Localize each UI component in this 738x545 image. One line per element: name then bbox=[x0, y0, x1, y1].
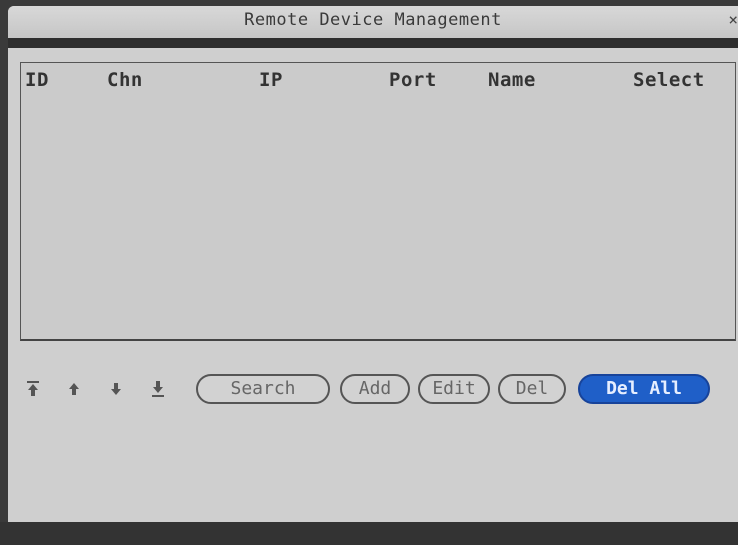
bottom-border bbox=[0, 522, 738, 545]
edit-button[interactable]: Edit bbox=[418, 374, 490, 404]
action-toolbar: Search Add Edit Del Del All bbox=[8, 370, 738, 410]
column-header-port: Port bbox=[389, 69, 437, 91]
dialog-title: Remote Device Management bbox=[244, 10, 502, 30]
dialog-body: ID Chn IP Port Name Select Search Add Ed… bbox=[8, 48, 738, 522]
remote-device-management-dialog: Remote Device Management × ID Chn IP Por… bbox=[8, 6, 738, 522]
device-table[interactable]: ID Chn IP Port Name Select bbox=[20, 62, 736, 341]
title-bar: Remote Device Management × bbox=[8, 6, 738, 38]
first-page-icon[interactable] bbox=[25, 378, 41, 400]
screen: Remote Device Management × ID Chn IP Por… bbox=[0, 0, 738, 545]
last-page-icon[interactable] bbox=[150, 378, 166, 400]
prev-page-icon[interactable] bbox=[66, 378, 82, 400]
column-header-select: Select bbox=[633, 69, 705, 91]
del-button[interactable]: Del bbox=[498, 374, 566, 404]
column-header-chn: Chn bbox=[107, 69, 143, 91]
column-header-ip: IP bbox=[259, 69, 283, 91]
next-page-icon[interactable] bbox=[108, 378, 124, 400]
del-all-button[interactable]: Del All bbox=[578, 374, 710, 404]
title-divider bbox=[8, 38, 738, 48]
search-button[interactable]: Search bbox=[196, 374, 330, 404]
column-header-name: Name bbox=[488, 69, 536, 91]
column-header-id: ID bbox=[25, 69, 49, 91]
add-button[interactable]: Add bbox=[340, 374, 410, 404]
close-icon[interactable]: × bbox=[728, 10, 738, 29]
